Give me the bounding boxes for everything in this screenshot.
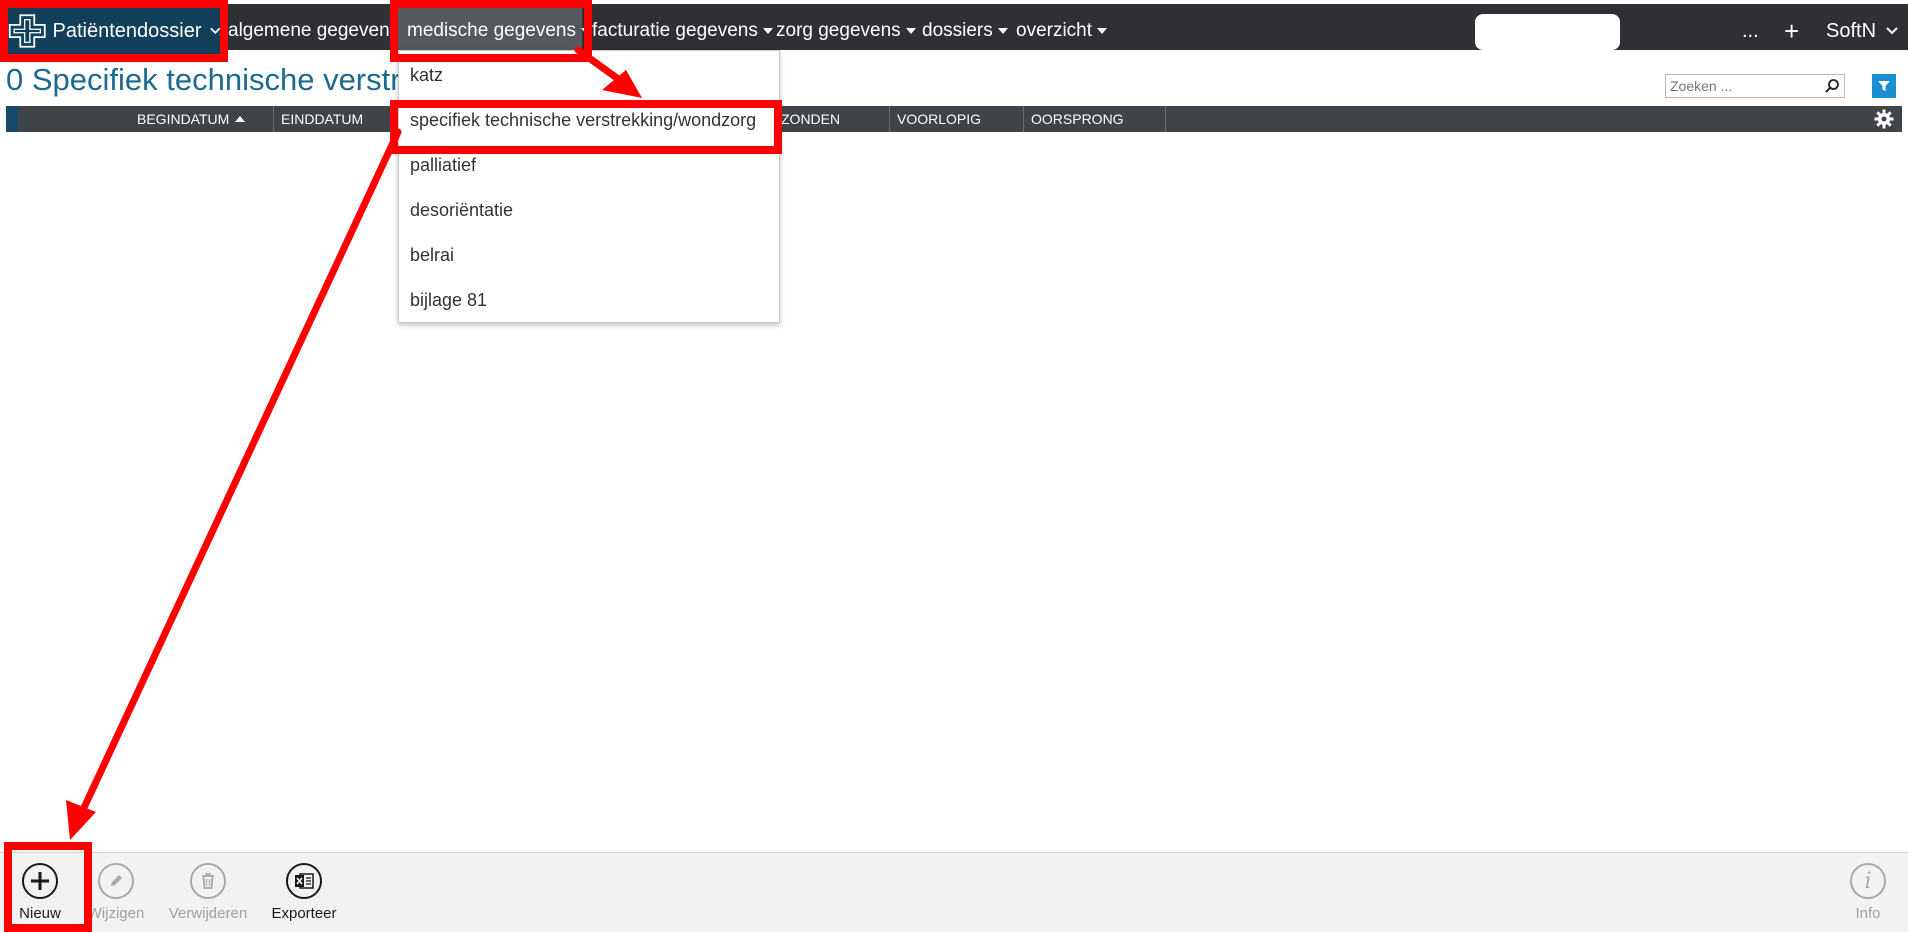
column-voorlopig[interactable]: VOORLOPIG (890, 106, 1024, 132)
annotation-highlight-medische-gegevens (390, 0, 592, 62)
more-label: ... (1742, 19, 1759, 42)
column-einddatum[interactable]: EINDDATUM (274, 106, 404, 132)
caret-down-icon (997, 28, 1008, 34)
plus-icon: + (1784, 15, 1800, 46)
nav-algemene-gegevens[interactable]: algemene gegevens (228, 8, 399, 54)
menu-item-katz[interactable]: katz (410, 65, 443, 86)
page-title: 0 Specifiek technische verstr (6, 62, 401, 97)
excel-icon (286, 863, 322, 899)
nav-label: overzicht (1016, 20, 1093, 41)
more-menu-button[interactable]: ... (1742, 8, 1759, 54)
menu-item-desorientatie[interactable]: desoriëntatie (410, 200, 513, 221)
trash-icon (190, 863, 226, 899)
caret-down-icon (1097, 28, 1108, 34)
nav-facturatie-gegevens[interactable]: facturatie gegevens (592, 8, 773, 54)
menu-item-bijlage-81[interactable]: bijlage 81 (410, 290, 487, 311)
caret-down-icon (762, 28, 773, 34)
delete-button[interactable]: Verwijderen (168, 863, 248, 922)
annotation-arrows (66, 46, 642, 840)
chevron-down-icon (1886, 27, 1898, 35)
menu-item-palliatief[interactable]: palliatief (410, 155, 476, 176)
gear-icon[interactable] (1874, 109, 1894, 129)
grid-header-lead (6, 106, 18, 132)
nav-dossiers[interactable]: dossiers (922, 8, 1008, 54)
nav-label: zorg gegevens (776, 20, 901, 41)
pencil-icon (98, 863, 134, 899)
nav-zorg-gegevens[interactable]: zorg gegevens (776, 8, 916, 54)
info-icon: i (1850, 863, 1886, 899)
nav-label: facturatie gegevens (592, 20, 758, 41)
grid-search-box[interactable] (1665, 74, 1845, 98)
patient-search-field[interactable] (1475, 14, 1620, 50)
grid-header: BEGINDATUM EINDDATUM ZONDEN VOORLOPIG OO… (6, 106, 1902, 132)
nav-overzicht[interactable]: overzicht (1016, 8, 1108, 54)
column-begindatum[interactable]: BEGINDATUM (130, 106, 274, 132)
info-button[interactable]: i Info (1828, 863, 1908, 922)
search-input[interactable] (1670, 76, 1820, 96)
nav-label: algemene gegevens (228, 20, 400, 41)
annotation-highlight-menu-item (390, 100, 782, 154)
column-zonden[interactable]: ZONDEN (774, 106, 890, 132)
annotation-highlight-brand (0, 0, 228, 62)
filter-icon (1878, 81, 1890, 91)
top-navigation-bar: Patiëntendossier algemene gegevens medis… (0, 0, 1908, 54)
menu-item-belrai[interactable]: belrai (410, 245, 454, 266)
column-oorsprong[interactable]: OORSPRONG (1024, 106, 1166, 132)
bottom-toolbar: Nieuw Wijzigen Verwijderen Exporteer i I… (0, 852, 1908, 932)
search-icon[interactable] (1824, 78, 1840, 94)
nav-label: dossiers (922, 20, 993, 41)
add-button[interactable]: + (1784, 8, 1799, 54)
user-label: SoftN (1826, 19, 1877, 42)
export-button[interactable]: Exporteer (264, 863, 344, 922)
caret-down-icon (905, 28, 916, 34)
user-menu[interactable]: SoftN (1826, 8, 1898, 54)
medische-gegevens-dropdown: katz specifiek technische verstrekking/w… (398, 50, 780, 323)
annotation-highlight-new-button (4, 842, 92, 932)
filter-button[interactable] (1872, 74, 1896, 98)
sort-asc-icon (235, 116, 246, 122)
